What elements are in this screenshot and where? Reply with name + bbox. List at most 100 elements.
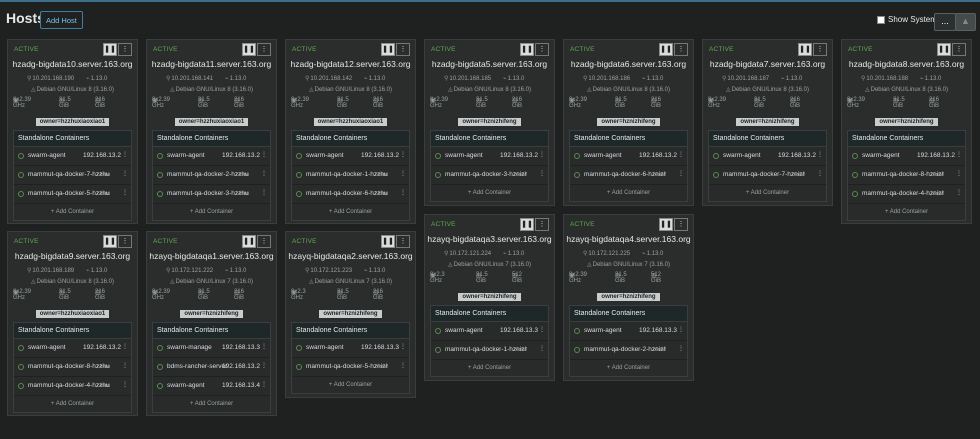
container-row[interactable]: mammut-qa-docker-7-hznizhifengNone⋮ [709,166,826,185]
host-name[interactable]: hzadg-bigdata12.server.163.org [286,59,415,69]
owner-label-badge[interactable]: owner=hznizhifeng [597,293,660,301]
container-row[interactable]: mammut-qa-docker-2-hzzhuxiaoxiao1None⋮ [153,166,270,185]
container-row[interactable]: mammut-qa-docker-6-hznizhifengNone⋮ [570,166,687,185]
container-row[interactable]: mammut-qa-docker-5-hzzhuxiaoxiao1None⋮ [14,185,131,204]
container-menu-icon[interactable]: ⋮ [400,151,406,158]
owner-label-badge[interactable]: owner=hznizhifeng [736,118,799,126]
container-menu-icon[interactable]: ⋮ [678,326,684,333]
host-name[interactable]: hzadg-bigdata10.server.163.org [8,59,137,69]
host-menu-icon[interactable]: ⋮ [535,43,549,56]
host-menu-icon[interactable]: ⋮ [396,235,410,248]
container-menu-icon[interactable]: ⋮ [678,151,684,158]
container-menu-icon[interactable]: ⋮ [539,151,545,158]
container-row[interactable]: swarm-agent 192.168.13.2 ⋮ [709,147,826,166]
container-menu-icon[interactable]: ⋮ [956,189,962,196]
add-container-button[interactable]: + Add Container [848,204,965,220]
container-menu-icon[interactable]: ⋮ [539,170,545,177]
host-menu-icon[interactable]: ⋮ [952,43,966,56]
container-row[interactable]: mammut-qa-docker-4-hznizhifengNone⋮ [848,185,965,204]
add-container-button[interactable]: + Add Container [570,360,687,376]
pause-icon[interactable]: ❚❚ [103,43,117,56]
container-row[interactable]: swarm-agent 192.168.13.3 ⋮ [292,339,409,358]
owner-label-badge[interactable]: owner=hznizhifeng [319,310,382,318]
container-menu-icon[interactable]: ⋮ [261,189,267,196]
container-menu-icon[interactable]: ⋮ [678,170,684,177]
add-container-button[interactable]: + Add Container [14,204,131,220]
container-menu-icon[interactable]: ⋮ [956,151,962,158]
owner-label-badge[interactable]: owner=hznizhifeng [875,118,938,126]
container-menu-icon[interactable]: ⋮ [261,362,267,369]
pause-icon[interactable]: ❚❚ [659,43,673,56]
container-row[interactable]: mammut-qa-docker-8-hzzhuxiaoxiao1None⋮ [14,358,131,377]
host-menu-icon[interactable]: ⋮ [535,218,549,231]
add-container-button[interactable]: + Add Container [431,185,548,201]
host-menu-icon[interactable]: ⋮ [257,235,271,248]
container-menu-icon[interactable]: ⋮ [122,381,128,388]
container-row[interactable]: swarm-agent 192.168.13.3 ⋮ [570,322,687,341]
add-container-button[interactable]: + Add Container [292,204,409,220]
container-row[interactable]: mammut-qa-docker-1-hzzhuxiaoxiao1None⋮ [292,166,409,185]
container-menu-icon[interactable]: ⋮ [817,170,823,177]
owner-label-badge[interactable]: owner=hznizhifeng [597,118,660,126]
container-row[interactable]: swarm-agent 192.168.13.2 ⋮ [292,147,409,166]
pause-icon[interactable]: ❚❚ [242,43,256,56]
add-container-button[interactable]: + Add Container [153,204,270,220]
container-row[interactable]: mammut-qa-docker-7-hzzhuxiaoxiao1None⋮ [14,166,131,185]
add-container-button[interactable]: + Add Container [153,396,270,412]
host-menu-icon[interactable]: ⋮ [813,43,827,56]
container-menu-icon[interactable]: ⋮ [400,189,406,196]
container-menu-icon[interactable]: ⋮ [122,343,128,350]
container-menu-icon[interactable]: ⋮ [122,151,128,158]
container-row[interactable]: mammut-qa-docker-8-hznizhifengNone⋮ [848,166,965,185]
container-menu-icon[interactable]: ⋮ [539,326,545,333]
container-menu-icon[interactable]: ⋮ [539,345,545,352]
pause-icon[interactable]: ❚❚ [381,235,395,248]
host-name[interactable]: hzadg-bigdata9.server.163.org [8,251,137,261]
container-menu-icon[interactable]: ⋮ [400,343,406,350]
container-row[interactable]: swarm-agent 192.168.13.2 ⋮ [14,147,131,166]
container-row[interactable]: mammut-qa-docker-6-hzzhuxiaoxiao1None⋮ [292,185,409,204]
container-row[interactable]: swarm-agent 192.168.13.3 ⋮ [431,322,548,341]
pause-icon[interactable]: ❚❚ [381,43,395,56]
host-name[interactable]: hzadg-bigdata11.server.163.org [147,59,276,69]
host-name[interactable]: hzadg-bigdata8.server.163.org [842,59,971,69]
host-menu-icon[interactable]: ⋮ [674,43,688,56]
add-container-button[interactable]: + Add Container [292,377,409,393]
container-row[interactable]: mammut-qa-docker-2-hznizhifengNone⋮ [570,341,687,360]
pause-icon[interactable]: ❚❚ [659,218,673,231]
host-name[interactable]: hzadg-bigdata6.server.163.org [564,59,693,69]
host-name[interactable]: hzadg-bigdata7.server.163.org [703,59,832,69]
owner-label-badge[interactable]: owner=hznizhifeng [180,310,243,318]
host-menu-icon[interactable]: ⋮ [396,43,410,56]
owner-label-badge[interactable]: owner=hznizhifeng [458,118,521,126]
container-row[interactable]: swarm-agent 192.168.13.2 ⋮ [570,147,687,166]
container-menu-icon[interactable]: ⋮ [122,362,128,369]
container-row[interactable]: mammut-qa-docker-4-hzzhuxiaoxiao1None⋮ [14,377,131,396]
container-menu-icon[interactable]: ⋮ [400,170,406,177]
container-row[interactable]: swarm-agent 192.168.13.2 ⋮ [153,147,270,166]
container-menu-icon[interactable]: ⋮ [400,362,406,369]
pause-icon[interactable]: ❚❚ [798,43,812,56]
container-row[interactable]: swarm-agent 192.168.13.4 ⋮ [153,377,270,396]
container-row[interactable]: swarm-agent 192.168.13.2 ⋮ [14,339,131,358]
owner-label-badge[interactable]: owner=hzzhuxiaoxiao1 [35,118,110,126]
container-row[interactable]: swarm-agent 192.168.13.2 ⋮ [848,147,965,166]
container-row[interactable]: mammut-qa-docker-5-hznizhifengNone⋮ [292,358,409,377]
container-menu-icon[interactable]: ⋮ [261,151,267,158]
container-row[interactable]: mammut-qa-docker-3-hzzhuxiaoxiao1None⋮ [153,185,270,204]
container-row[interactable]: bdms-rancher-server 192.168.13.2 ⋮ [153,358,270,377]
container-menu-icon[interactable]: ⋮ [261,343,267,350]
container-menu-icon[interactable]: ⋮ [678,345,684,352]
container-row[interactable]: swarm-agent 192.168.13.2 ⋮ [431,147,548,166]
owner-label-badge[interactable]: owner=hzzhuxiaoxiao1 [313,118,388,126]
host-name[interactable]: hzayq-bigdataqa2.server.163.org [286,251,415,261]
pause-icon[interactable]: ❚❚ [520,43,534,56]
owner-label-badge[interactable]: owner=hzzhuxiaoxiao1 [35,310,110,318]
container-menu-icon[interactable]: ⋮ [956,170,962,177]
container-row[interactable]: mammut-qa-docker-1-hznizhifengNone⋮ [431,341,548,360]
host-menu-icon[interactable]: ⋮ [118,43,132,56]
host-menu-icon[interactable]: ⋮ [118,235,132,248]
pause-icon[interactable]: ❚❚ [520,218,534,231]
container-menu-icon[interactable]: ⋮ [122,170,128,177]
add-container-button[interactable]: + Add Container [431,360,548,376]
